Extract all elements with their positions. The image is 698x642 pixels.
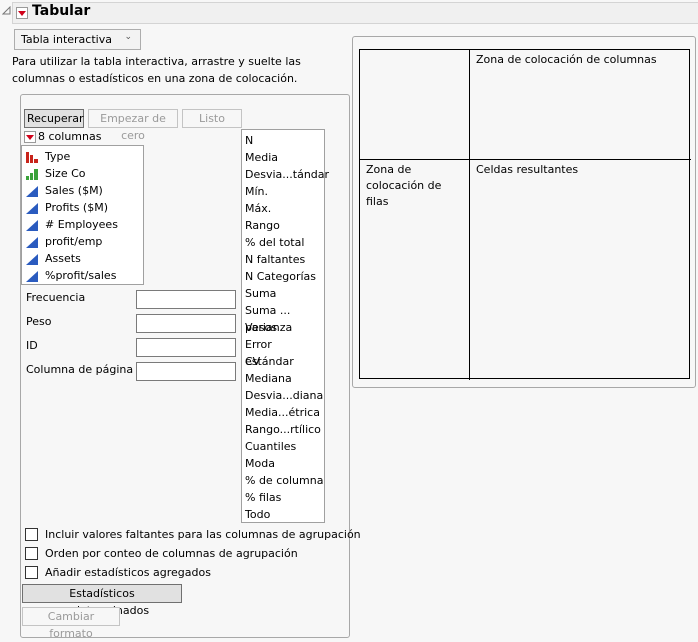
add-aggregate-checkbox[interactable] (25, 566, 38, 579)
column-drop-zone[interactable]: Zona de colocación de columnas (476, 52, 657, 68)
statistic-item[interactable]: N faltantes (242, 251, 324, 268)
continuous-ramp-icon (26, 236, 38, 248)
column-item[interactable]: %profit/sales (22, 267, 143, 284)
statistic-item[interactable]: Rango (242, 217, 324, 234)
statistic-item[interactable]: N Categorías (242, 268, 324, 285)
statistic-item[interactable]: Rango...rtílico (242, 421, 324, 438)
default-statistics-button[interactable]: Estadísticos predeterminados (22, 584, 182, 617)
mode-select-value: Tabla interactiva (21, 33, 112, 46)
order-by-count-checkbox-row[interactable]: Orden por conteo de columnas de agrupaci… (25, 544, 298, 563)
statistic-item[interactable]: % de columna (242, 472, 324, 489)
statistic-item[interactable]: Mediana (242, 370, 324, 387)
columna-de-pagina-label: Columna de página (26, 363, 134, 376)
column-item[interactable]: profit/emp (22, 233, 143, 250)
disclosure-triangle-icon[interactable] (2, 6, 11, 15)
chevron-down-icon: ⌄ (124, 32, 132, 42)
column-item[interactable]: Profits ($M) (22, 199, 143, 216)
row-drop-zone[interactable]: Zona de colocación de filas (366, 162, 441, 210)
columns-menu-icon[interactable] (24, 131, 36, 143)
statistic-item[interactable]: % del total (242, 234, 324, 251)
statistic-item[interactable]: Varianza (242, 319, 324, 336)
nominal-bar-icon (26, 151, 38, 163)
continuous-ramp-icon (26, 219, 38, 231)
instructions-text: Para utilizar la tabla interactiva, arra… (12, 55, 301, 85)
frecuencia-label: Frecuencia (26, 291, 86, 304)
column-item[interactable]: # Employees (22, 216, 143, 233)
tabulate-header (12, 2, 698, 24)
statistic-item[interactable]: Todo (242, 506, 324, 523)
continuous-ramp-icon (26, 253, 38, 265)
statistic-item[interactable]: Desvia...tándar (242, 166, 329, 183)
ordinal-bar-icon (26, 168, 38, 180)
statistics-list[interactable]: N Media Desvia...tándar Mín. Máx. Rango% del … (241, 129, 329, 523)
columns-list[interactable]: Type Size Co Sales ($M) Profits ($M) # E… (21, 145, 144, 285)
statistic-item[interactable]: Moda (242, 455, 324, 472)
column-item[interactable]: Size Co (22, 165, 143, 182)
statistic-item[interactable]: Error estándar (242, 336, 324, 368)
drop-zone-grid: Zona de colocación de columnas Zona de c… (359, 49, 691, 380)
continuous-ramp-icon (26, 185, 38, 197)
statistic-item[interactable]: Suma ... pesos (242, 302, 324, 334)
columna-de-pagina-input[interactable] (136, 362, 236, 381)
id-label: ID (26, 339, 38, 352)
report-title: Tabular (32, 3, 91, 19)
statistic-item[interactable]: Máx. (242, 200, 324, 217)
statistic-item[interactable]: Desvia...diana (242, 387, 324, 404)
listo-button[interactable]: Listo (182, 109, 242, 128)
statistic-item[interactable]: Media (242, 149, 324, 166)
statistic-item[interactable]: Suma (242, 285, 324, 302)
include-missing-checkbox-row[interactable]: Incluir valores faltantes para las colum… (25, 525, 361, 544)
columns-count-label: 8 columnas (38, 130, 102, 143)
empezar-de-cero-button[interactable]: Empezar de cero (88, 109, 178, 142)
peso-label: Peso (26, 315, 52, 328)
statistic-item[interactable]: % filas (242, 489, 324, 506)
statistic-item[interactable]: N (242, 132, 324, 149)
peso-input[interactable] (136, 314, 236, 333)
result-cells-zone[interactable]: Celdas resultantes (476, 162, 578, 178)
frecuencia-input[interactable] (136, 290, 236, 309)
continuous-ramp-icon (26, 270, 38, 282)
continuous-ramp-icon (26, 202, 38, 214)
order-by-count-checkbox[interactable] (25, 547, 38, 560)
column-item[interactable]: Assets (22, 250, 143, 267)
mode-select[interactable]: Tabla interactiva ⌄ (14, 29, 141, 50)
change-format-button[interactable]: Cambiar formato (22, 607, 120, 640)
statistic-item[interactable]: Cuantiles (242, 438, 324, 455)
column-item[interactable]: Type (22, 148, 143, 165)
statistic-item[interactable]: Mín. (242, 183, 324, 200)
include-missing-checkbox[interactable] (25, 528, 38, 541)
add-aggregate-checkbox-row[interactable]: Añadir estadísticos agregados (25, 563, 211, 582)
column-item[interactable]: Sales ($M) (22, 182, 143, 199)
red-triangle-menu-icon[interactable] (16, 7, 28, 19)
recuperar-button[interactable]: Recuperar (24, 109, 84, 128)
id-input[interactable] (136, 338, 236, 357)
statistic-item[interactable]: Media...étrica (242, 404, 324, 421)
